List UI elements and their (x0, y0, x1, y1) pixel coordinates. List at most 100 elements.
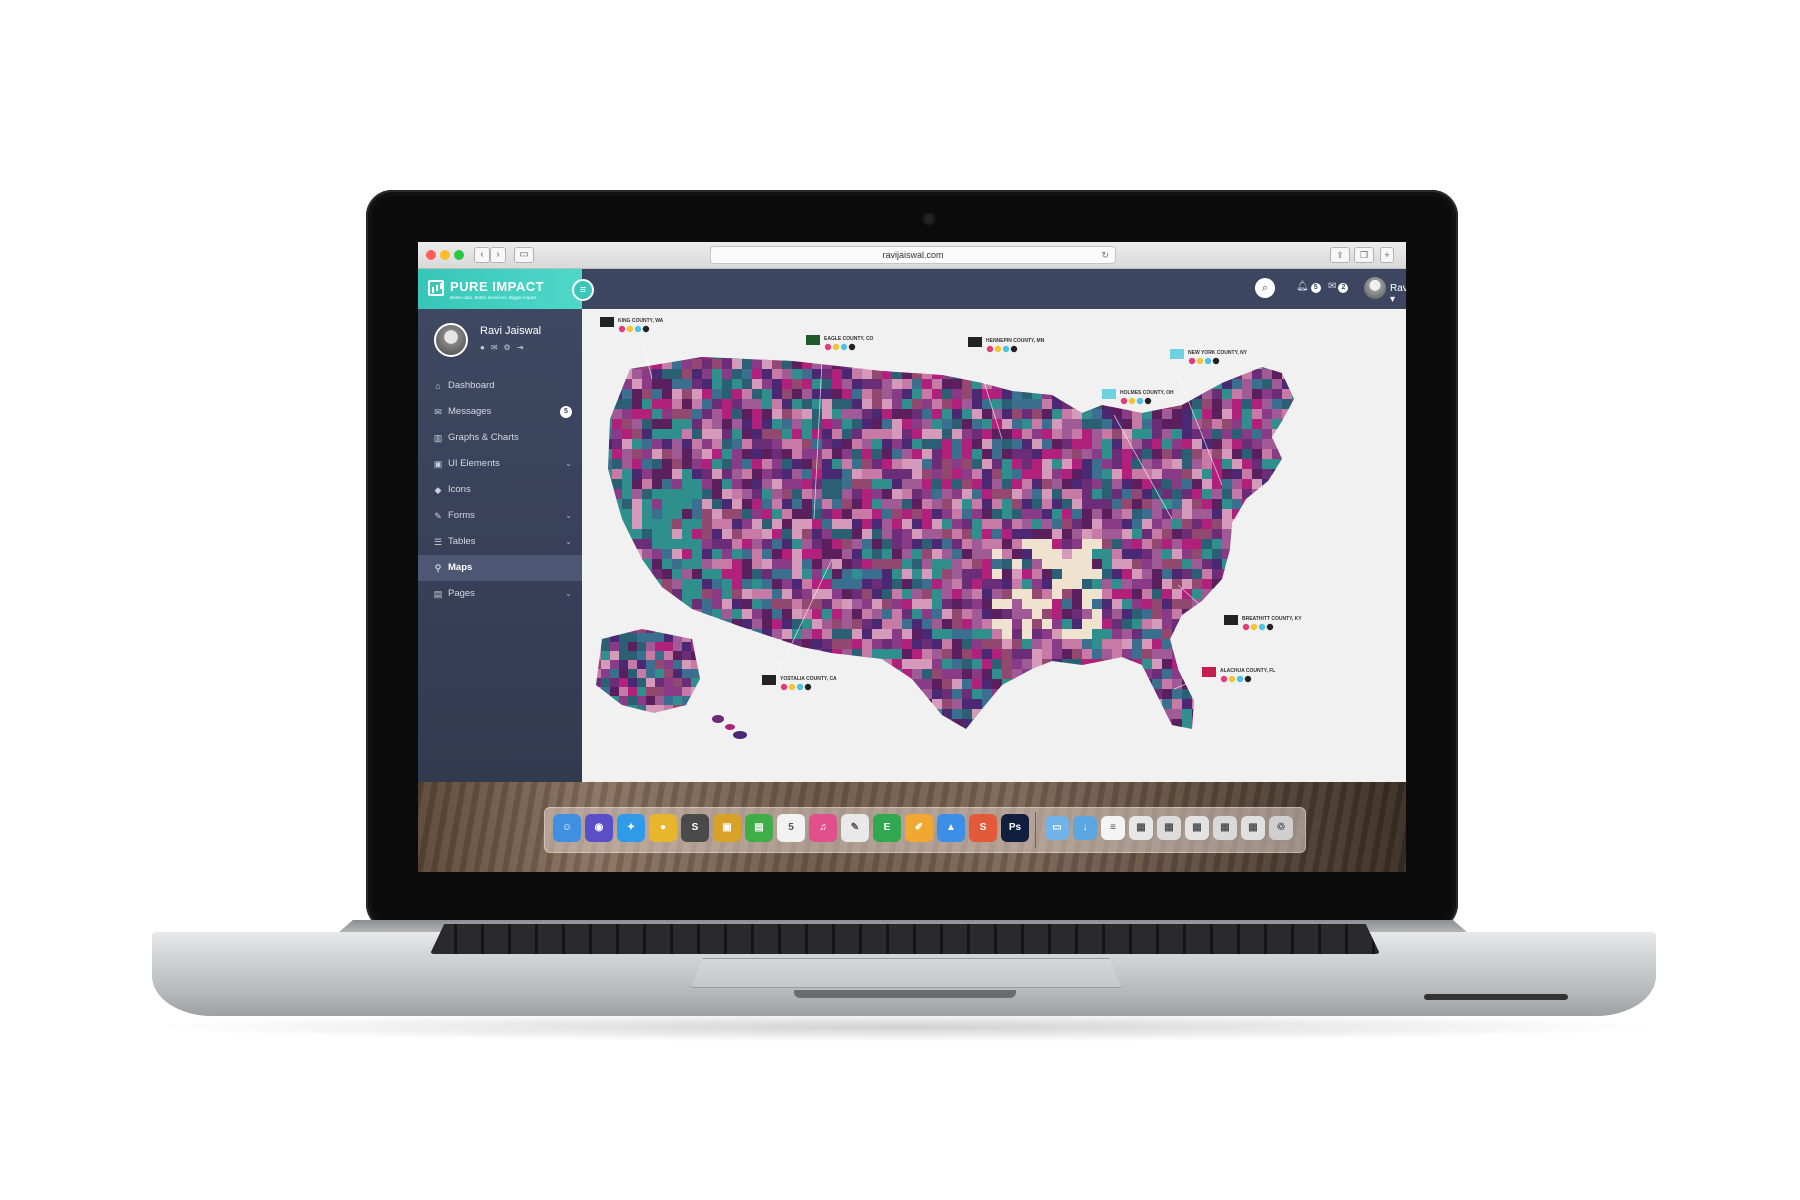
evernote-icon[interactable]: E (873, 814, 901, 842)
sidebar-item-label: Messages (448, 406, 492, 417)
cube-icon: ◆ (434, 485, 442, 495)
sublime-icon[interactable]: S (681, 814, 709, 842)
user-icon[interactable]: ● (480, 343, 491, 352)
search-icon: ⌕ (1261, 282, 1269, 294)
document-stack-icon[interactable]: ≡ (1101, 816, 1125, 840)
messages-badge: 2 (1338, 283, 1349, 293)
sidebar-item-tables[interactable]: ☰ Tables ⌄ (418, 529, 582, 555)
callout-label: ALACHUA COUNTY, FL (1220, 668, 1275, 674)
folder-icon[interactable]: ▭ (1045, 816, 1069, 840)
metric-dot (618, 325, 626, 333)
map-panel[interactable]: KING COUNTY, WA EAGLE COUNTY, CO HENNEPIN … (582, 309, 1406, 782)
dock: ☺ ◉ ✦ ● S ▣ ▤ 5 ♫ ✎ E ✐ ▲ S Ps ▭ ↓ ≡ ▦ ▦ ▦ ▦ ▦ ♲ (544, 807, 1306, 853)
metric-dot (1144, 397, 1152, 405)
sidebar-toggle-button[interactable]: ▭ (514, 247, 534, 263)
back-button[interactable]: ‹ (474, 247, 490, 263)
metric-dot (780, 683, 788, 691)
metric-dot (626, 325, 634, 333)
transmit-icon[interactable]: ▣ (713, 814, 741, 842)
share-icon: ⇪ (1336, 250, 1344, 260)
sidebar-badge: 5 (560, 406, 572, 418)
sidebar-item-label: Graphs & Charts (448, 432, 519, 443)
notifications-button[interactable]: 🔔︎ 5 (1296, 281, 1321, 293)
screenshot-icon[interactable]: ▦ (1185, 816, 1209, 840)
metric-dot (994, 345, 1002, 353)
sidebar-item-label: Pages (448, 588, 475, 599)
sketch-icon[interactable]: S (969, 814, 997, 842)
camera (924, 214, 934, 224)
sidebar-item-label: Tables (448, 536, 476, 547)
sidebar-item-maps[interactable]: ⚲ Maps (418, 555, 582, 581)
metric-dot (642, 325, 650, 333)
gear-icon[interactable]: ⚙ (504, 343, 517, 352)
metric-dot (840, 343, 848, 351)
lid-notch (794, 990, 1016, 998)
screenshot-icon[interactable]: ▦ (1157, 816, 1181, 840)
keynote-icon[interactable]: ▲ (937, 814, 965, 842)
brand-name: PURE IMPACT (450, 279, 545, 294)
map-marker-icon: ⚲ (434, 563, 442, 573)
textedit-icon[interactable]: ✎ (841, 814, 869, 842)
minimize-window-button[interactable] (440, 250, 450, 260)
menu-toggle-button[interactable]: ≡ (572, 279, 594, 301)
metric-dot (1120, 397, 1128, 405)
pages-icon[interactable]: ✐ (905, 814, 933, 842)
logout-icon[interactable]: ⇥ (517, 343, 530, 352)
user-avatar[interactable] (1364, 277, 1386, 299)
chevron-down-icon: ⌄ (565, 537, 572, 546)
forward-button[interactable]: › (490, 247, 506, 263)
calendar-icon[interactable]: 5 (777, 814, 805, 842)
list-icon: ☰ (433, 537, 443, 547)
county-shape (600, 317, 614, 327)
address-bar[interactable]: ravijaiswal.com ↻ (710, 246, 1116, 264)
us-county-map[interactable]: KING COUNTY, WA EAGLE COUNTY, CO HENNEPIN … (582, 309, 1406, 782)
sidebar-item-graphs-charts[interactable]: ▥ Graphs & Charts (418, 425, 582, 451)
briefcase-icon: ▣ (433, 459, 443, 469)
profile-actions: ●✉⚙⇥ (480, 343, 529, 352)
metric-dot (1244, 675, 1252, 683)
metric-dot (832, 343, 840, 351)
finder-icon[interactable]: ☺ (553, 814, 581, 842)
numbers-icon[interactable]: ▤ (745, 814, 773, 842)
county-shape (968, 337, 982, 347)
envelope-icon[interactable]: ✉ (491, 343, 504, 352)
screenshot-icon[interactable]: ▦ (1241, 816, 1265, 840)
close-window-button[interactable] (426, 250, 436, 260)
downloads-icon[interactable]: ↓ (1073, 816, 1097, 840)
brand-header[interactable]: PURE IMPACT Better data. Better decision… (418, 269, 582, 309)
screenshot-icon[interactable]: ▦ (1213, 816, 1237, 840)
sidebar-item-icons[interactable]: ◆ Icons (418, 477, 582, 503)
photoshop-icon[interactable]: Ps (1001, 814, 1029, 842)
reload-icon[interactable]: ↻ (1101, 247, 1109, 263)
callout-label: KING COUNTY, WA (618, 318, 664, 324)
chrome-icon[interactable]: ● (649, 814, 677, 842)
county-shape (1202, 667, 1216, 677)
siri-icon[interactable]: ◉ (585, 814, 613, 842)
safari-icon[interactable]: ✦ (617, 814, 645, 842)
zoom-window-button[interactable] (454, 250, 464, 260)
sidebar-item-forms[interactable]: ✎ Forms ⌄ (418, 503, 582, 529)
sidebar-item-pages[interactable]: ▤ Pages ⌄ (418, 581, 582, 607)
screenshot-icon[interactable]: ▦ (1129, 816, 1153, 840)
new-tab-button[interactable]: + (1380, 247, 1394, 263)
search-button[interactable]: ⌕ (1255, 278, 1275, 298)
sidebar-item-label: Forms (448, 510, 475, 521)
sidebar-item-messages[interactable]: ✉ Messages 5 (418, 399, 582, 425)
messages-button[interactable]: ✉ 2 (1328, 281, 1349, 293)
sidebar-item-ui-elements[interactable]: ▣ UI Elements ⌄ (418, 451, 582, 477)
metric-dot (1136, 397, 1144, 405)
sidebar-item-dashboard[interactable]: ⌂ Dashboard (418, 373, 582, 399)
plus-icon: + (1384, 250, 1390, 260)
itunes-icon[interactable]: ♫ (809, 814, 837, 842)
share-button[interactable]: ⇪ (1330, 247, 1350, 263)
metric-dot (1010, 345, 1018, 353)
county-shape (762, 675, 776, 685)
sidebar-icon: ▭ (519, 249, 529, 260)
tabs-button[interactable]: ❐ (1354, 247, 1374, 263)
user-menu-button[interactable]: Ravi ▾ (1390, 283, 1406, 305)
chevron-down-icon: ⌄ (565, 589, 572, 598)
county-shape (1102, 389, 1116, 399)
trash-icon[interactable]: ♲ (1269, 816, 1293, 840)
callout-label: HOLMES COUNTY, OH (1120, 390, 1174, 396)
profile-avatar[interactable] (434, 323, 468, 357)
